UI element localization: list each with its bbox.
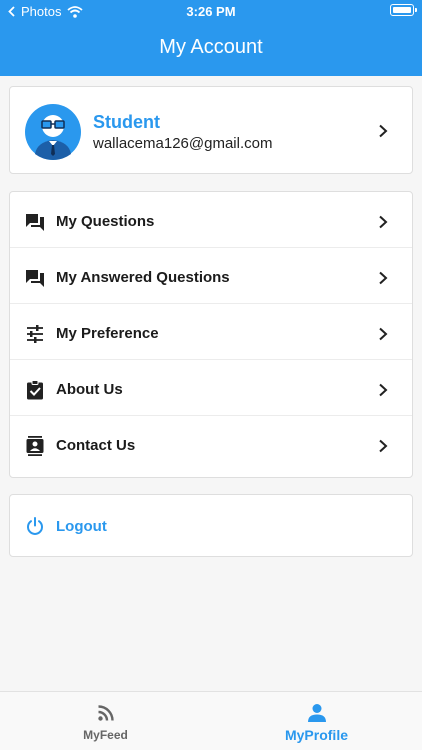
battery-icon	[390, 4, 417, 16]
menu-item-my-answered-questions[interactable]: My Answered Questions	[10, 248, 412, 304]
menu-item-label: My Preference	[56, 325, 159, 342]
bottom-nav: MyFeed MyProfile	[0, 691, 422, 750]
chat-bubbles-icon	[26, 270, 44, 287]
profile-card[interactable]: Student wallacema126@gmail.com	[9, 86, 413, 174]
person-icon	[308, 704, 326, 722]
chevron-right-icon	[379, 271, 388, 285]
clipboard-check-icon	[27, 380, 43, 400]
account-menu: My Questions My Answered Questions My Pr…	[9, 191, 413, 478]
menu-item-my-preference[interactable]: My Preference	[10, 304, 412, 360]
chevron-right-icon	[379, 327, 388, 341]
power-icon	[27, 517, 43, 535]
tune-sliders-icon	[27, 325, 43, 343]
menu-item-label: My Questions	[56, 213, 155, 230]
status-time: 3:26 PM	[186, 4, 236, 19]
chevron-right-icon	[379, 124, 388, 138]
page-title: My Account	[159, 36, 263, 58]
status-bar: Photos 3:26 PM	[0, 0, 422, 24]
menu-item-about-us[interactable]: About Us	[10, 360, 412, 416]
app-header: Photos 3:26 PM My Account	[0, 0, 422, 76]
chat-bubbles-icon	[26, 214, 44, 231]
menu-item-contact-us[interactable]: Contact Us	[10, 416, 412, 472]
contact-card-icon	[26, 436, 44, 456]
chevron-right-icon	[379, 383, 388, 397]
menu-item-label: About Us	[56, 381, 123, 398]
tab-label: MyFeed	[83, 728, 128, 742]
logout-label: Logout	[56, 518, 107, 535]
rss-feed-icon	[98, 705, 114, 721]
chevron-right-icon	[379, 439, 388, 453]
menu-item-label: Contact Us	[56, 437, 136, 454]
tab-myprofile[interactable]: MyProfile	[211, 692, 422, 750]
menu-item-my-questions[interactable]: My Questions	[10, 192, 412, 248]
logout-button[interactable]: Logout	[9, 494, 413, 557]
tab-myfeed[interactable]: MyFeed	[0, 692, 211, 750]
chevron-right-icon	[379, 215, 388, 229]
avatar	[25, 104, 81, 160]
menu-item-label: My Answered Questions	[56, 269, 230, 286]
tab-label: MyProfile	[284, 727, 348, 743]
profile-name: Student	[93, 112, 160, 132]
profile-email: wallacema126@gmail.com	[93, 135, 273, 152]
